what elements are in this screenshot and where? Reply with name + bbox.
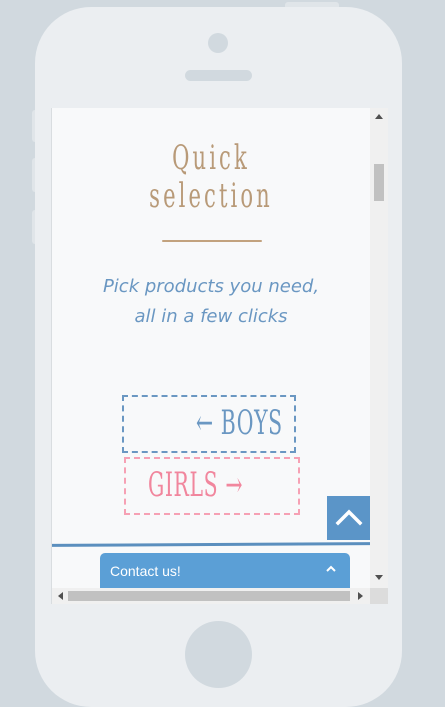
scroll-up-arrow-icon[interactable] bbox=[375, 114, 383, 119]
horizontal-scrollbar-thumb[interactable] bbox=[68, 591, 350, 601]
girls-button-label: GIRLS → bbox=[148, 465, 244, 505]
phone-home-button[interactable] bbox=[185, 621, 252, 688]
chevron-up-icon[interactable] bbox=[325, 565, 337, 573]
phone-screen: Quick selection Pick products you need, … bbox=[51, 108, 388, 604]
vertical-scrollbar-thumb[interactable] bbox=[374, 164, 384, 201]
horizontal-scrollbar[interactable] bbox=[52, 588, 370, 604]
contact-us-bar[interactable]: Contact us! bbox=[100, 553, 350, 588]
chevron-up-icon bbox=[335, 509, 363, 526]
hero-title-line1: Quick bbox=[172, 138, 250, 178]
title-underline bbox=[162, 240, 262, 242]
contact-us-label: Contact us! bbox=[110, 563, 181, 579]
scroll-left-arrow-icon[interactable] bbox=[58, 592, 63, 600]
scroll-down-arrow-icon[interactable] bbox=[375, 575, 383, 580]
phone-camera bbox=[208, 33, 228, 53]
section-divider bbox=[52, 542, 370, 547]
vertical-scrollbar[interactable] bbox=[370, 108, 388, 588]
back-to-top-button[interactable] bbox=[327, 496, 370, 540]
tagline-line2: all in a few clicks bbox=[134, 306, 288, 327]
girls-button[interactable]: GIRLS → bbox=[124, 457, 300, 515]
page-content: Quick selection Pick products you need, … bbox=[52, 108, 370, 588]
boys-button-label: ← BOYS bbox=[196, 403, 283, 443]
phone-speaker bbox=[185, 70, 252, 81]
boys-button[interactable]: ← BOYS bbox=[122, 395, 296, 453]
scroll-right-arrow-icon[interactable] bbox=[358, 592, 363, 600]
tagline-line1: Pick products you need, bbox=[102, 276, 320, 297]
scrollbar-corner bbox=[370, 588, 388, 604]
hero-title-line2: selection bbox=[149, 176, 273, 216]
